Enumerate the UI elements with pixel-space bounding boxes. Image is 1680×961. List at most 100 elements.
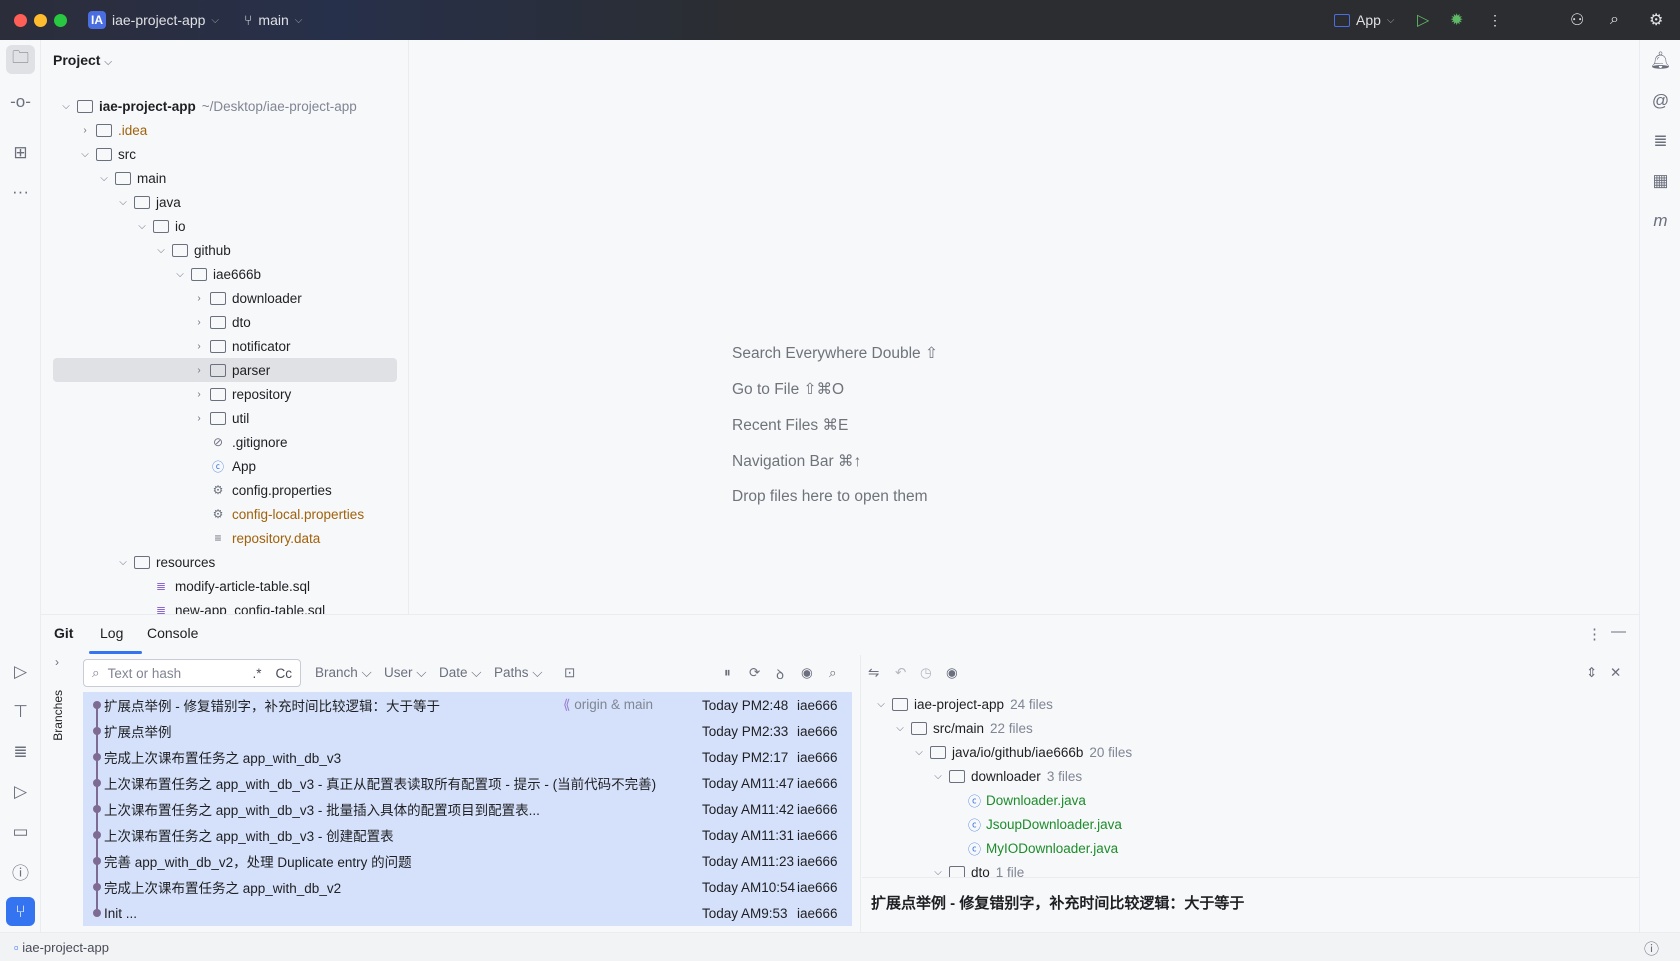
tree-item[interactable]: ≣ modify-article-table.sql	[53, 574, 397, 598]
branch-selector[interactable]: ⑂ main ⌵	[244, 0, 302, 40]
tree-item[interactable]: ⌵ java	[53, 190, 397, 214]
git-icon[interactable]: ⑂	[6, 897, 35, 926]
close-window-button[interactable]	[14, 14, 27, 27]
chevron-down-icon[interactable]: ⌵	[97, 173, 111, 184]
minimize-window-button[interactable]	[34, 14, 47, 27]
branches-toggle[interactable]: Branches	[51, 690, 65, 741]
debug-icon[interactable]: ✹	[1450, 0, 1463, 40]
tree-item[interactable]: ⚙ config-local.properties	[53, 502, 397, 526]
changed-file-item[interactable]: ⌵ java/io/github/iae666b 20 files	[912, 740, 1132, 764]
terminal-icon[interactable]: ▭	[6, 817, 35, 846]
sql-icon[interactable]: ▦	[1646, 166, 1675, 195]
tree-item[interactable]: ⚙ config.properties	[53, 478, 397, 502]
tree-item[interactable]: ⌵ src	[53, 142, 397, 166]
warning-icon[interactable]: ⓘ	[1644, 938, 1659, 959]
chevron-down-icon[interactable]: ⌵	[874, 699, 888, 710]
tree-item[interactable]: ⊘ .gitignore	[53, 430, 397, 454]
status-project[interactable]: ▫ iae-project-app	[14, 940, 109, 955]
commit-row[interactable]: 上次课布置任务之 app_with_db_v3 - 创建配置表 Today AM…	[83, 822, 852, 848]
database-icon[interactable]: ≣	[1646, 126, 1675, 155]
project-panel-title[interactable]: Project ⌵	[53, 52, 112, 68]
commit-row[interactable]: 完成上次课布置任务之 app_with_db_v2 Today AM10:54 …	[83, 874, 852, 900]
hint-search-everywhere[interactable]: Search Everywhere Double ⇧	[732, 344, 938, 363]
chevron-right-icon[interactable]: ›	[78, 125, 92, 136]
changed-file-item[interactable]: ⓒ Downloader.java	[950, 788, 1086, 812]
chevron-right-icon[interactable]: ›	[192, 341, 206, 352]
tab-console[interactable]: Console	[147, 625, 198, 641]
changed-file-item[interactable]: ⓒ MyIODownloader.java	[950, 836, 1118, 860]
show-diff-icon[interactable]: ⇋	[868, 665, 879, 681]
chevron-down-icon[interactable]: ⌵	[931, 867, 945, 878]
build-icon[interactable]: ⊤	[6, 697, 35, 726]
changed-file-item[interactable]: ⌵ iae-project-app 24 files	[874, 692, 1053, 716]
splitter[interactable]	[860, 655, 861, 933]
cherry-pick-icon[interactable]: ꝺ	[776, 665, 784, 683]
branch-filter[interactable]: Branch ⌵	[315, 665, 372, 681]
zoom-window-button[interactable]	[54, 14, 67, 27]
chevron-down-icon[interactable]: ⌵	[59, 101, 73, 112]
run-icon[interactable]: ▷	[1417, 0, 1429, 40]
chevron-down-icon[interactable]: ⌵	[116, 557, 130, 568]
history-icon[interactable]: ◷	[920, 665, 932, 681]
expand-branches-icon[interactable]: ›	[55, 655, 59, 669]
tab-log[interactable]: Log	[100, 625, 123, 641]
view-options-icon[interactable]: ◉	[801, 665, 813, 681]
more-icon[interactable]: ⋮	[1488, 0, 1502, 40]
problems-icon[interactable]: ⓘ	[6, 857, 35, 886]
tree-item[interactable]: › downloader	[53, 286, 397, 310]
chevron-down-icon[interactable]: ⌵	[893, 723, 907, 734]
chevron-down-icon[interactable]: ⌵	[154, 245, 168, 256]
chevron-down-icon[interactable]: ⌵	[173, 269, 187, 280]
changed-file-item[interactable]: ⌵ downloader 3 files	[931, 764, 1082, 788]
refresh-icon[interactable]: ⟳	[749, 665, 760, 681]
commit-icon[interactable]: -o-	[6, 87, 35, 116]
new-tab-icon[interactable]: ⊡	[564, 665, 575, 681]
commit-row[interactable]: 完善 app_with_db_v2，处理 Duplicate entry 的问题…	[83, 848, 852, 874]
chevron-right-icon[interactable]: ›	[192, 293, 206, 304]
ai-assistant-icon[interactable]: @	[1646, 86, 1675, 115]
more-tools-icon[interactable]: ···	[6, 177, 35, 206]
tree-item[interactable]: ⌵ github	[53, 238, 397, 262]
user-filter[interactable]: User ⌵	[384, 665, 427, 681]
tree-item[interactable]: › dto	[53, 310, 397, 334]
project-folder-icon[interactable]: 🗀	[6, 45, 35, 74]
tree-item[interactable]: ⌵ iae666b	[53, 262, 397, 286]
changed-file-item[interactable]: ⌵ src/main 22 files	[893, 716, 1033, 740]
case-toggle[interactable]: Cc	[276, 666, 293, 681]
regex-toggle[interactable]: .*	[252, 666, 261, 681]
tree-item[interactable]: ⌵ resources	[53, 550, 397, 574]
collapse-all-icon[interactable]: ✕	[1610, 665, 1621, 681]
find-icon[interactable]: ⌕	[829, 665, 837, 681]
tree-item[interactable]: ⓒ App	[53, 454, 397, 478]
revert-icon[interactable]: ↶	[895, 665, 906, 681]
pause-icon[interactable]: ⏸	[724, 665, 731, 681]
chevron-down-icon[interactable]: ⌵	[135, 221, 149, 232]
paths-filter[interactable]: Paths ⌵	[494, 665, 543, 681]
changed-file-item[interactable]: ⓒ JsoupDownloader.java	[950, 812, 1122, 836]
services-icon[interactable]: ▷	[6, 657, 35, 686]
commit-row[interactable]: 扩展点举例 - 修复错别字，补充时间比较逻辑：大于等于 ⟪ origin & m…	[83, 692, 852, 718]
changed-file-item[interactable]: ⌵ dto 1 file	[931, 860, 1024, 877]
tree-item[interactable]: ⌵ iae-project-app ~/Desktop/iae-project-ap…	[53, 94, 397, 118]
run-tool-icon[interactable]: ▷	[6, 777, 35, 806]
commit-row[interactable]: 上次课布置任务之 app_with_db_v3 - 真正从配置表读取所有配置项 …	[83, 770, 852, 796]
hint-go-to-file[interactable]: Go to File ⇧⌘O	[732, 380, 844, 399]
commit-row[interactable]: 上次课布置任务之 app_with_db_v3 - 批量插入具体的配置项目到配置…	[83, 796, 852, 822]
run-config-selector[interactable]: App ⌵	[1334, 0, 1395, 40]
preview-icon[interactable]: ◉	[946, 665, 958, 681]
database-icon[interactable]: ≣	[6, 737, 35, 766]
search-icon[interactable]: ⌕	[1610, 0, 1619, 40]
tree-item[interactable]: ⌵ main	[53, 166, 397, 190]
tree-item[interactable]: › notificator	[53, 334, 397, 358]
commit-row[interactable]: 扩展点举例 Today PM2:33 iae666	[83, 718, 852, 744]
chevron-down-icon[interactable]: ⌵	[912, 747, 926, 758]
commit-row[interactable]: Init ... Today AM9:53 iae666	[83, 900, 852, 926]
notifications-icon[interactable]: 🔔︎	[1646, 46, 1675, 75]
hint-navigation-bar[interactable]: Navigation Bar ⌘↑	[732, 452, 861, 471]
tree-item[interactable]: › util	[53, 406, 397, 430]
settings-icon[interactable]: ⚙	[1649, 0, 1663, 40]
log-search-input[interactable]: ⌕ Text or hash .* Cc	[83, 659, 301, 687]
add-user-icon[interactable]: ⚇	[1570, 0, 1584, 40]
maven-icon[interactable]: m	[1646, 206, 1675, 235]
hide-icon[interactable]: —	[1611, 623, 1626, 640]
